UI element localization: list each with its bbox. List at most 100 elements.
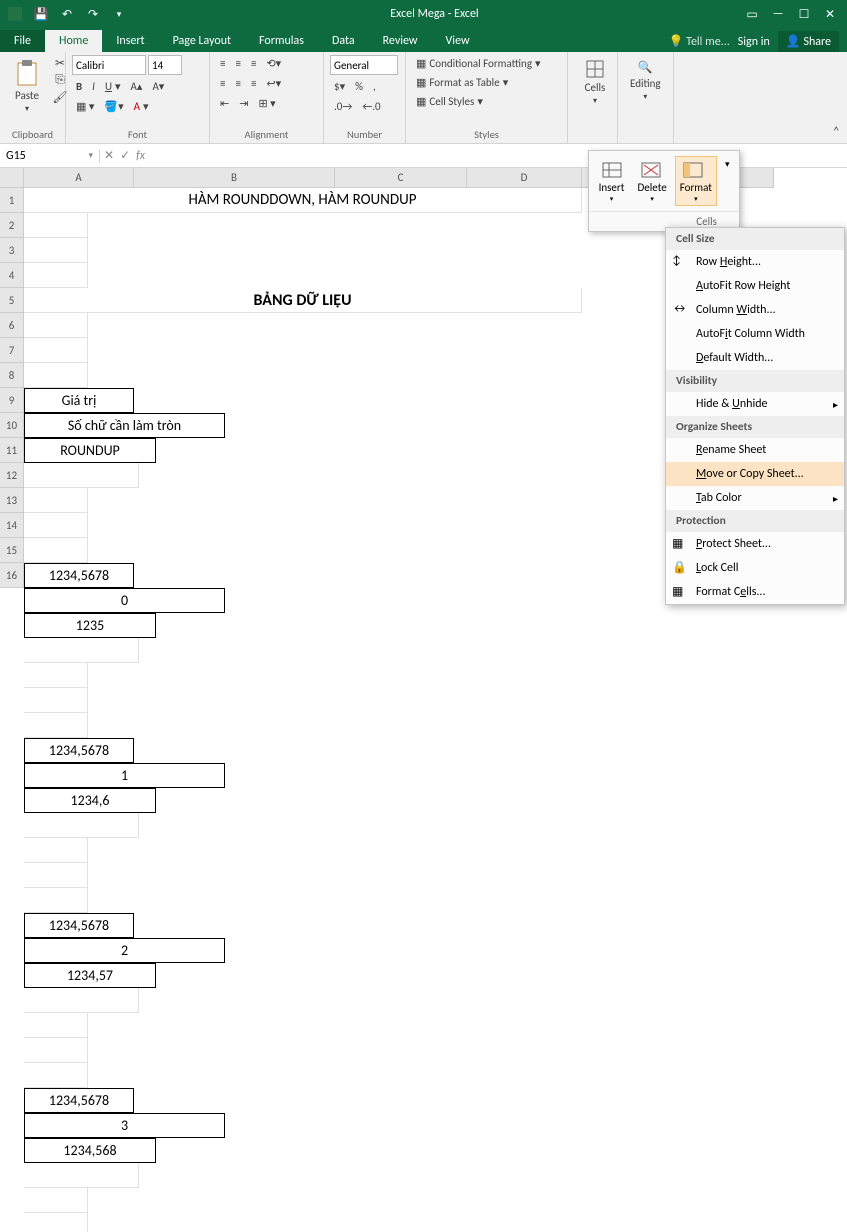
- row-header[interactable]: 5: [0, 288, 24, 313]
- menu-rename-sheet[interactable]: Rename Sheet: [666, 438, 844, 462]
- cell[interactable]: [24, 488, 88, 513]
- tab-formulas[interactable]: Formulas: [245, 30, 318, 52]
- orientation-icon[interactable]: ⟲▾: [262, 55, 285, 72]
- row-header[interactable]: 14: [0, 513, 24, 538]
- row-header[interactable]: 7: [0, 338, 24, 363]
- format-cells-button[interactable]: Format▾: [676, 157, 716, 205]
- insert-cells-button[interactable]: Insert▾: [595, 157, 629, 205]
- close-icon[interactable]: ✕: [817, 1, 843, 27]
- cell[interactable]: 0: [24, 588, 225, 613]
- cell[interactable]: [24, 1038, 88, 1063]
- tab-home[interactable]: Home: [45, 30, 102, 52]
- cell[interactable]: 2: [24, 938, 225, 963]
- cell[interactable]: [24, 463, 139, 488]
- cell[interactable]: [24, 688, 88, 713]
- cell[interactable]: [24, 1013, 88, 1038]
- signin[interactable]: Sign in: [738, 35, 770, 49]
- row-header[interactable]: 1: [0, 188, 24, 213]
- inc-indent-icon[interactable]: ⇥: [235, 95, 252, 112]
- col-header[interactable]: A: [24, 168, 134, 188]
- align-right-icon[interactable]: ≡: [247, 75, 260, 92]
- cell[interactable]: BẢNG DỮ LIỆU: [24, 288, 582, 313]
- cell[interactable]: [24, 263, 88, 288]
- cell[interactable]: [24, 1188, 88, 1213]
- cell[interactable]: [24, 213, 88, 238]
- align-bot-icon[interactable]: ≡: [247, 55, 260, 72]
- row-header[interactable]: 11: [0, 438, 24, 463]
- align-center-icon[interactable]: ≡: [231, 75, 244, 92]
- currency-icon[interactable]: $▾: [330, 78, 349, 95]
- cell[interactable]: [24, 338, 88, 363]
- row-header[interactable]: 4: [0, 263, 24, 288]
- cell[interactable]: [24, 513, 88, 538]
- cell[interactable]: [24, 663, 88, 688]
- menu-column-width[interactable]: ↔Column Width...: [666, 298, 844, 322]
- cell[interactable]: ROUNDUP: [24, 438, 156, 463]
- cell[interactable]: [24, 888, 88, 913]
- share-button[interactable]: 👤 Share: [778, 31, 839, 52]
- col-header[interactable]: D: [467, 168, 582, 188]
- tab-insert[interactable]: Insert: [102, 30, 158, 52]
- align-top-icon[interactable]: ≡: [216, 55, 229, 72]
- cell[interactable]: 1234,6: [24, 788, 156, 813]
- row-header[interactable]: 3: [0, 238, 24, 263]
- qat-dropdown-icon[interactable]: ▾: [108, 3, 130, 25]
- select-all-corner[interactable]: [0, 168, 24, 188]
- cell[interactable]: [24, 363, 88, 388]
- cells-more-icon[interactable]: ▾: [721, 157, 734, 172]
- redo-icon[interactable]: ↷: [82, 3, 104, 25]
- undo-icon[interactable]: ↶: [56, 3, 78, 25]
- menu-format-cells[interactable]: ▦Format Cells...: [666, 580, 844, 604]
- cell[interactable]: [24, 988, 139, 1013]
- align-left-icon[interactable]: ≡: [216, 75, 229, 92]
- number-format-select[interactable]: [330, 55, 398, 75]
- cells-dropdown[interactable]: Cells▾: [574, 55, 616, 110]
- ribbon-options-icon[interactable]: ▭: [739, 1, 765, 27]
- name-box[interactable]: G15▾: [0, 149, 100, 163]
- row-header[interactable]: 13: [0, 488, 24, 513]
- cell[interactable]: Giá trị: [24, 388, 134, 413]
- cancel-formula-icon[interactable]: ✕: [104, 148, 114, 163]
- row-header[interactable]: 10: [0, 413, 24, 438]
- tab-pagelayout[interactable]: Page Layout: [159, 30, 245, 52]
- fill-color-button[interactable]: 🪣▾: [100, 98, 127, 115]
- cell[interactable]: [24, 1063, 88, 1088]
- cell[interactable]: [24, 238, 88, 263]
- row-header[interactable]: 9: [0, 388, 24, 413]
- font-name-select[interactable]: [72, 55, 146, 75]
- delete-cells-button[interactable]: Delete▾: [634, 157, 671, 205]
- row-header[interactable]: 6: [0, 313, 24, 338]
- align-mid-icon[interactable]: ≡: [231, 55, 244, 72]
- wrap-text-icon[interactable]: ↩▾: [262, 75, 285, 92]
- editing-dropdown[interactable]: 🔍Editing▾: [624, 55, 667, 106]
- cell[interactable]: [24, 863, 88, 888]
- tab-file[interactable]: File: [0, 30, 45, 52]
- row-header[interactable]: 15: [0, 538, 24, 563]
- cell[interactable]: 1: [24, 763, 225, 788]
- menu-hide-unhide[interactable]: Hide & Unhide▸: [666, 392, 844, 416]
- save-icon[interactable]: 💾: [30, 3, 52, 25]
- bold-button[interactable]: B: [72, 78, 86, 95]
- menu-autofit-row[interactable]: AutoFit Row Height: [666, 274, 844, 298]
- minimize-icon[interactable]: —: [765, 1, 791, 27]
- underline-button[interactable]: U ▾: [101, 78, 125, 95]
- menu-tab-color[interactable]: Tab Color▸: [666, 486, 844, 510]
- dec-decimal-icon[interactable]: ←.0: [358, 98, 384, 115]
- tab-data[interactable]: Data: [318, 30, 369, 52]
- tellme[interactable]: 💡 Tell me...: [669, 34, 730, 49]
- merge-button[interactable]: ⊞ ▾: [254, 95, 279, 112]
- menu-autofit-col[interactable]: AutoFit Column Width: [666, 322, 844, 346]
- cell-styles-button[interactable]: ▦ Cell Styles ▾: [412, 93, 487, 110]
- cell[interactable]: [24, 813, 139, 838]
- menu-move-copy-sheet[interactable]: Move or Copy Sheet...: [666, 462, 844, 486]
- cell[interactable]: 3: [24, 1113, 225, 1138]
- cell[interactable]: [24, 1163, 139, 1188]
- comma-icon[interactable]: ,: [369, 78, 380, 95]
- tab-view[interactable]: View: [432, 30, 484, 52]
- menu-row-height[interactable]: ↕Row Height...: [666, 250, 844, 274]
- row-header[interactable]: 8: [0, 363, 24, 388]
- cell[interactable]: HÀM ROUNDDOWN, HÀM ROUNDUP: [24, 188, 582, 213]
- conditional-formatting-button[interactable]: ▦ Conditional Formatting ▾: [412, 55, 545, 72]
- row-header[interactable]: 12: [0, 463, 24, 488]
- font-shrink-icon[interactable]: A▾: [148, 78, 168, 95]
